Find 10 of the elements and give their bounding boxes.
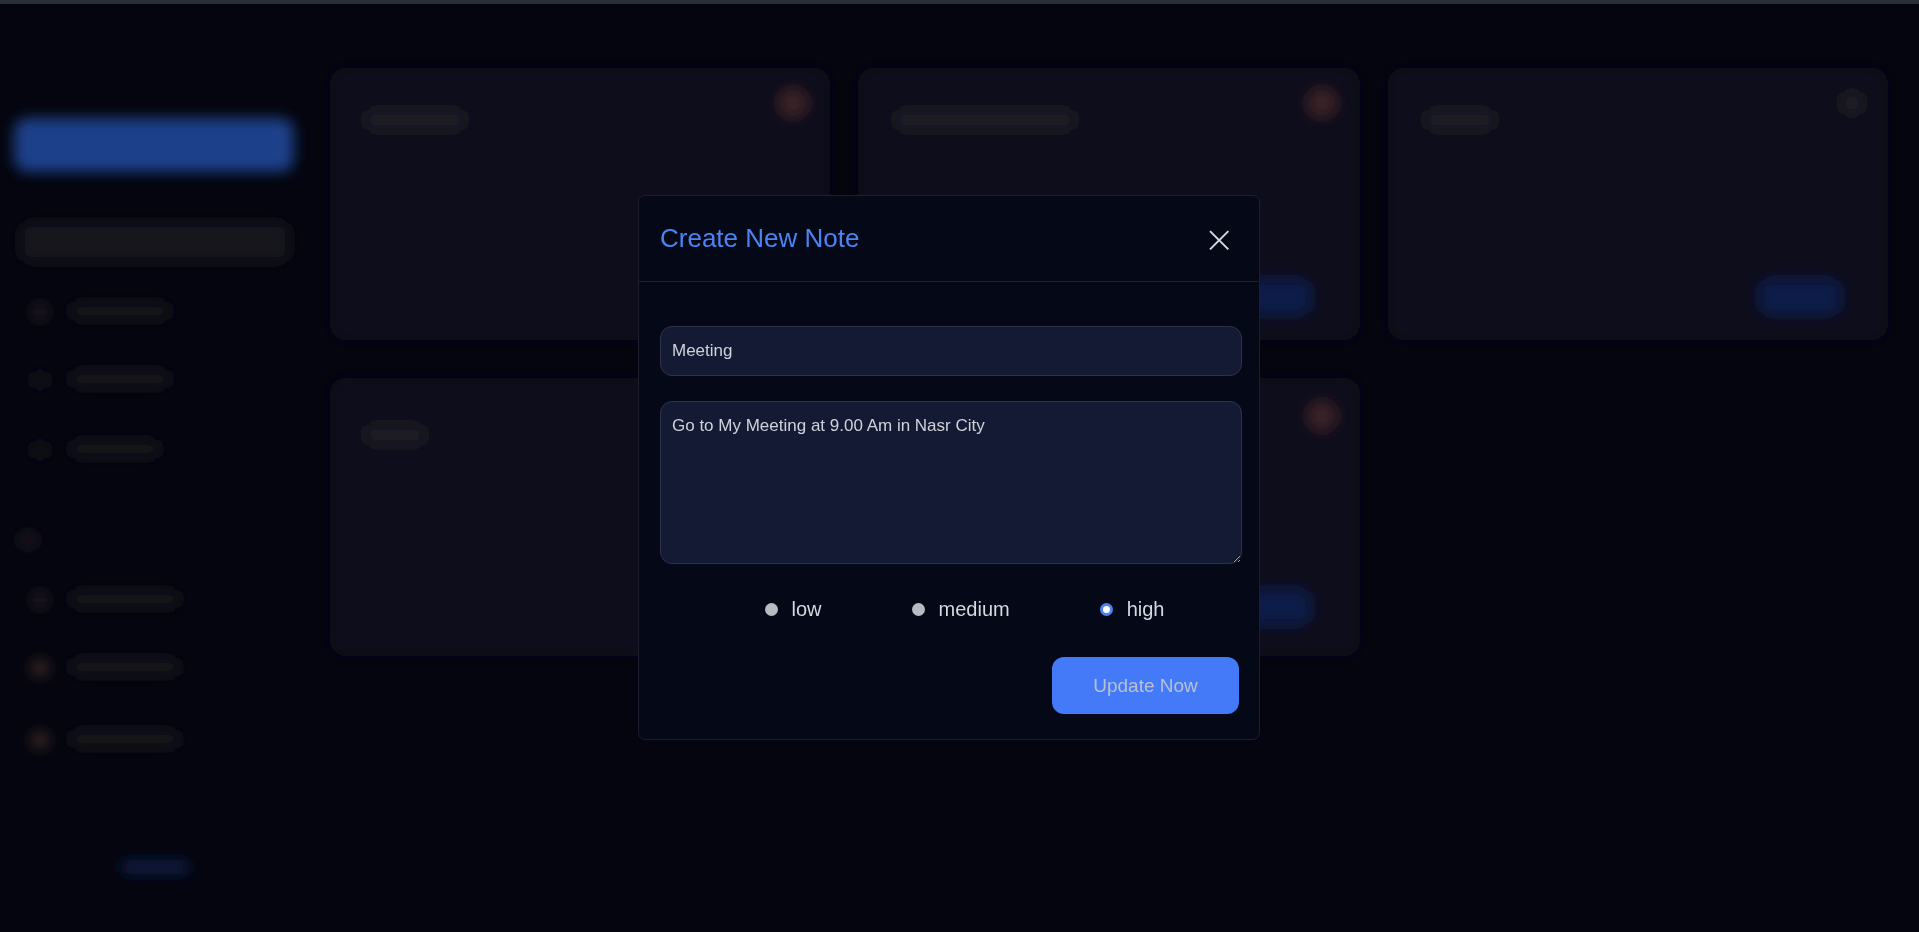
radio-button[interactable] [1099, 603, 1113, 616]
dialog-title: Create New Note [660, 223, 860, 254]
note-field[interactable]: Go to My Meeting at 9.00 Am in Nasr City [660, 401, 1242, 564]
close-button[interactable]: × [1199, 219, 1239, 258]
radio-label[interactable]: high [1126, 598, 1165, 621]
title-field[interactable]: Meeting [660, 326, 1242, 376]
radio-button[interactable] [911, 603, 925, 616]
radio-label[interactable]: low [791, 598, 822, 621]
radio-label[interactable]: medium [938, 598, 1010, 621]
radio-button[interactable] [764, 603, 778, 616]
